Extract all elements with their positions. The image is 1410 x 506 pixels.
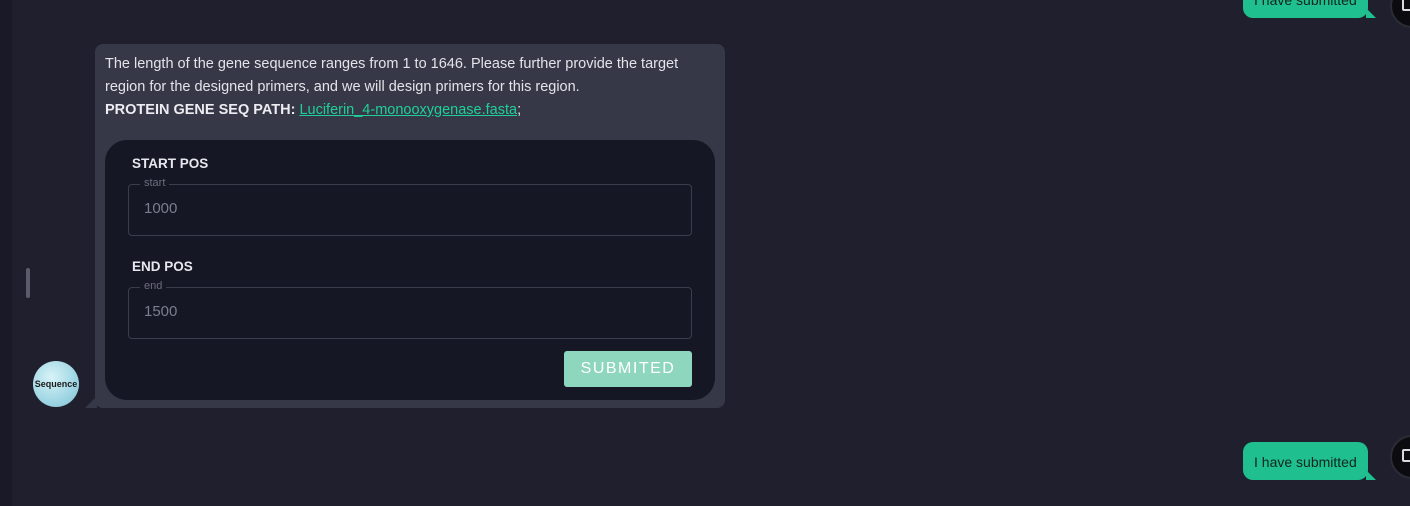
left-rail — [0, 0, 12, 506]
user-message-bubble: I have submitted — [1243, 0, 1376, 18]
start-pos-legend: start — [140, 177, 170, 189]
bot-avatar-label: Sequence — [34, 379, 78, 389]
message-line-1: The length of the gene sequence ranges f… — [105, 56, 679, 72]
user-avatar — [1390, 435, 1410, 479]
scroll-handle[interactable] — [26, 268, 30, 298]
message-line-2: region for the designed primers, and we … — [105, 79, 580, 95]
end-pos-field[interactable]: end — [128, 280, 692, 339]
start-pos-input[interactable] — [144, 200, 664, 217]
bot-message-bubble: The length of the gene sequence ranges f… — [85, 44, 725, 408]
primer-region-form: START POS start END POS end SUBMITED — [105, 140, 715, 400]
fasta-file-link[interactable]: Luciferin_4-monooxygenase.fasta — [299, 102, 517, 118]
end-pos-legend: end — [140, 280, 167, 292]
bot-message-text: The length of the gene sequence ranges f… — [105, 53, 715, 122]
path-label: PROTEIN GENE SEQ PATH: — [105, 102, 296, 118]
end-pos-input[interactable] — [144, 303, 664, 320]
end-pos-label: END POS — [132, 259, 193, 274]
user-message-text: I have submitted — [1254, 0, 1357, 8]
path-suffix: ; — [517, 102, 522, 118]
user-avatar — [1390, 0, 1410, 28]
monitor-icon — [1402, 449, 1410, 462]
bot-avatar: Sequence — [33, 361, 79, 407]
monitor-icon — [1402, 0, 1410, 11]
user-message-text: I have submitted — [1254, 454, 1357, 470]
user-message-bubble: I have submitted — [1243, 442, 1376, 480]
submit-button[interactable]: SUBMITED — [564, 351, 692, 387]
start-pos-field[interactable]: start — [128, 177, 692, 236]
start-pos-label: START POS — [132, 156, 209, 171]
